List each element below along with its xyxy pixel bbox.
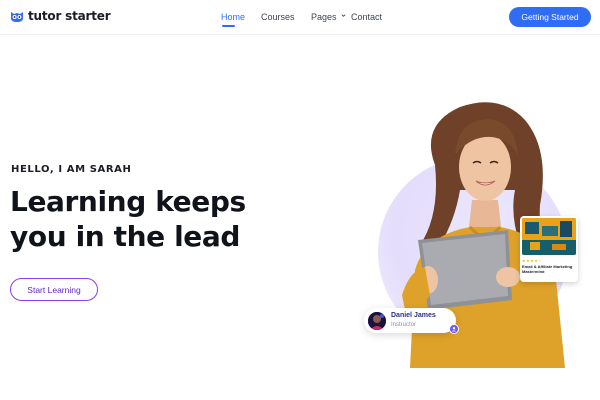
getting-started-button[interactable]: Getting Started <box>509 7 591 27</box>
nav-contact[interactable]: Contact <box>351 12 382 22</box>
nav-active-indicator <box>222 25 235 27</box>
course-rating: ★★★★☆ <box>522 258 543 263</box>
nav-home[interactable]: Home <box>221 12 245 22</box>
hero-illustration: ★★★★☆ Email & Affiliate Marketing Master… <box>360 95 600 375</box>
instructor-role: Instructor <box>391 322 417 328</box>
site-header: tutor starter Home Courses Pages Contact… <box>0 0 600 35</box>
course-thumbnail <box>522 218 576 255</box>
nav-courses[interactable]: Courses <box>261 12 295 22</box>
instructor-avatar <box>368 312 386 330</box>
hero-eyebrow: HELLO, I AM SARAH <box>11 164 132 175</box>
start-learning-button[interactable]: Start Learning <box>10 278 98 301</box>
hero-headline: Learning keeps you in the lead <box>10 184 290 254</box>
headline-line-2: you in the lead <box>10 220 241 253</box>
course-card[interactable]: ★★★★☆ Email & Affiliate Marketing Master… <box>520 216 578 282</box>
nav-pages[interactable]: Pages <box>311 12 346 22</box>
instructor-card[interactable]: Daniel James Instructor <box>364 308 459 334</box>
verified-badge-icon <box>449 324 459 334</box>
instructor-name: Daniel James <box>391 312 436 319</box>
chevron-down-icon <box>341 14 346 17</box>
course-title: Email & Affiliate Marketing Mastermind <box>522 264 573 274</box>
headline-line-1: Learning keeps <box>10 185 246 218</box>
nav-pages-label: Pages <box>311 12 337 22</box>
